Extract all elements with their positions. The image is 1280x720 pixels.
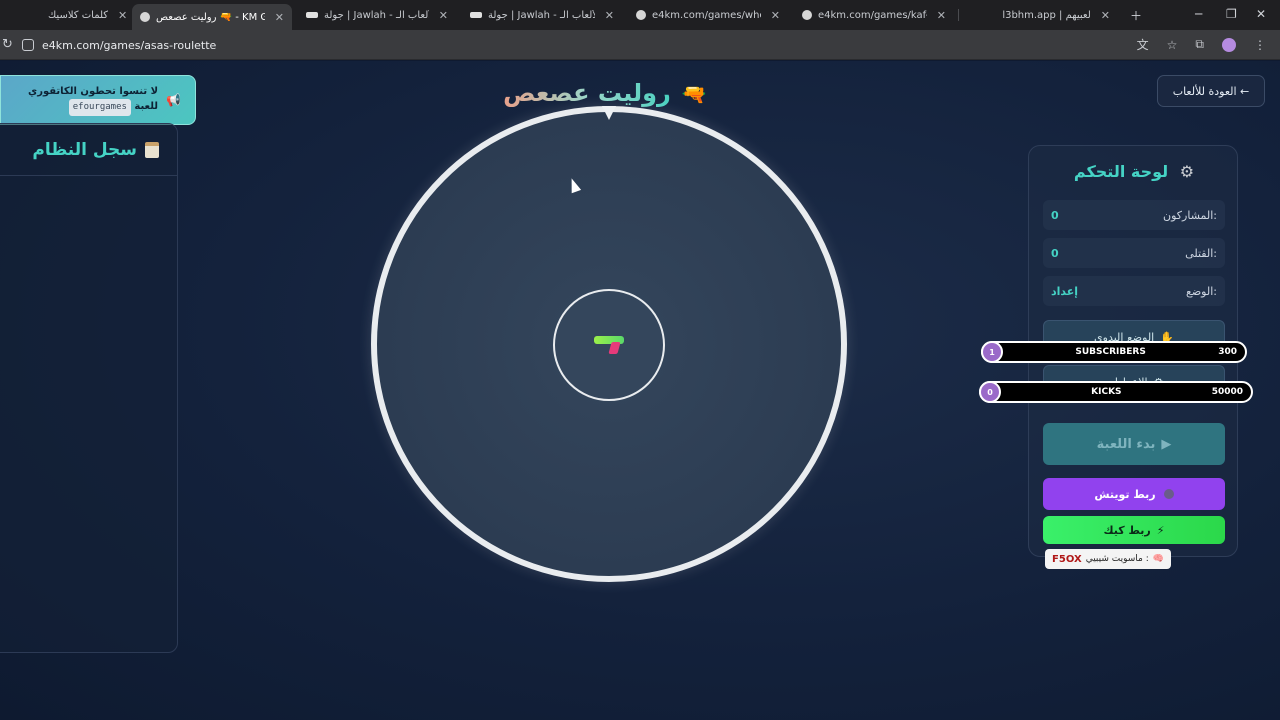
tab-favicon-icon xyxy=(470,12,482,18)
browser-tab-active[interactable]: روليت عصعص 🔫 - KM Games ✕ xyxy=(132,4,292,30)
button-label: ربط كيك xyxy=(1103,523,1151,537)
credit-text: ماسويت شيبيي : xyxy=(1085,554,1149,564)
water-gun-icon: 🔫 xyxy=(681,82,707,106)
stat-participants: المشاركون: 0 xyxy=(1043,200,1225,230)
new-tab-icon[interactable]: ＋ xyxy=(1130,7,1142,24)
system-log-panel: سجل النظام xyxy=(0,123,178,653)
back-to-games-button[interactable]: العودة للألعاب ← xyxy=(1157,75,1265,107)
stat-value: 0 xyxy=(1051,208,1059,222)
browser-tab[interactable]: l3bhm.app | لعبيهم ✕ xyxy=(962,4,1118,26)
notice-text: لا تنسوا تحطون الكاتقوري efourgames للعب… xyxy=(28,84,158,116)
stat-kills: القتلى: 0 xyxy=(1043,238,1225,268)
browser-tab[interactable]: e4km.com/games/wheel-of-fa ✕ xyxy=(628,4,788,26)
extensions-icon[interactable]: ⧉ xyxy=(1195,37,1204,52)
goal-label: SUBSCRIBERS xyxy=(1075,347,1146,357)
clipboard-icon xyxy=(145,141,159,158)
url-text: e4km.com/games/asas-roulette xyxy=(42,38,217,52)
start-game-button[interactable]: بدء اللعبة ▶ xyxy=(1043,423,1225,465)
stat-label: القتلى: xyxy=(1185,246,1217,260)
browser-address-bar: e4km.com/games/asas-roulette xyxy=(0,30,1280,60)
status-dot-icon xyxy=(1163,489,1174,499)
log-header: سجل النظام xyxy=(0,124,177,176)
tab-separator xyxy=(958,9,959,21)
site-info-icon[interactable] xyxy=(22,39,34,51)
notice-line: لا تنسوا تحطون الكاتقوري xyxy=(28,86,159,97)
browser-tab[interactable]: جولة | Jawlah - منصة الألعاب الـ ✕ xyxy=(298,4,456,26)
goal-target: 300 xyxy=(1218,347,1237,357)
window-close-icon[interactable]: ✕ xyxy=(1256,7,1266,21)
tab-favicon-icon xyxy=(140,12,150,22)
connect-twitch-button[interactable]: ربط تويتش xyxy=(1043,478,1225,510)
reload-icon[interactable]: ↻ xyxy=(2,37,13,52)
tab-favicon-icon xyxy=(636,10,646,20)
creator-credit-badge: F5OX ماسويت شيبيي : 🧠 xyxy=(1045,549,1171,569)
stat-value: إعداد xyxy=(1051,284,1079,298)
close-icon[interactable]: ✕ xyxy=(118,9,127,22)
goal-target: 50000 xyxy=(1211,387,1243,397)
close-icon[interactable]: ✕ xyxy=(1101,9,1110,22)
megaphone-icon: 📢 xyxy=(166,93,181,107)
control-panel-header: لوحة التحكم ⚙ xyxy=(1029,162,1239,181)
browser-tab-bar: كلمات كلاسيك ✕ روليت عصعص 🔫 - KM Games ✕… xyxy=(0,0,1280,30)
stat-value: 0 xyxy=(1051,246,1059,260)
notice-line: للعبة xyxy=(134,101,159,112)
connect-kick-button[interactable]: ربط كيك ⚡ xyxy=(1043,516,1225,544)
browser-tab[interactable]: جولة | Jawlah - منصة الألعاب الـ ✕ xyxy=(462,4,622,26)
profile-avatar[interactable] xyxy=(1222,37,1236,52)
button-label: بدء اللعبة xyxy=(1096,436,1156,452)
tab-title: l3bhm.app | لعبيهم xyxy=(1002,9,1091,21)
browser-tab[interactable]: e4km.com/games/kaf-bekaf ✕ xyxy=(794,4,954,26)
stat-label: المشاركون: xyxy=(1163,208,1217,222)
close-icon[interactable]: ✕ xyxy=(439,9,448,22)
tab-title: e4km.com/games/wheel-of-fa xyxy=(652,9,761,21)
close-icon[interactable]: ✕ xyxy=(937,9,946,22)
play-icon: ▶ xyxy=(1161,436,1172,452)
restore-icon[interactable]: ❐ xyxy=(1226,7,1237,21)
log-title: سجل النظام xyxy=(32,139,137,160)
translate-icon[interactable]: 文 xyxy=(1137,36,1149,53)
brain-icon: 🧠 xyxy=(1152,554,1164,564)
stat-label: الوضع: xyxy=(1185,284,1217,298)
goal-count: 1 xyxy=(981,341,1003,363)
kicks-goal-overlay: 0 KICKS 50000 xyxy=(979,381,1253,403)
water-gun-icon xyxy=(594,334,624,356)
tab-title: جولة | Jawlah - منصة الألعاب الـ xyxy=(488,9,595,21)
close-icon[interactable]: ✕ xyxy=(275,11,284,24)
notice-code: efourgames xyxy=(68,99,131,116)
browser-tab[interactable]: كلمات كلاسيك ✕ xyxy=(40,4,132,26)
tab-favicon-icon xyxy=(802,10,812,20)
browser-toolbar-icons: 文 ☆ ⧉ ⋮ xyxy=(1137,36,1266,53)
goal-label: KICKS xyxy=(1091,387,1122,397)
tab-title: جولة | Jawlah - منصة الألعاب الـ xyxy=(324,9,429,21)
minimize-icon[interactable]: ─ xyxy=(1195,7,1202,21)
category-notice: لا تنسوا تحطون الكاتقوري efourgames للعب… xyxy=(0,75,196,125)
wheel-center-hub xyxy=(553,289,665,401)
tab-title: e4km.com/games/kaf-bekaf xyxy=(818,9,927,21)
stat-mode: الوضع: إعداد xyxy=(1043,276,1225,306)
tab-title: روليت عصعص 🔫 - KM Games xyxy=(156,11,265,23)
tab-title: كلمات كلاسيك xyxy=(48,9,109,21)
page-title: روليت عصعص xyxy=(503,79,671,107)
close-icon[interactable]: ✕ xyxy=(771,9,780,22)
browser-menu-icon[interactable]: ⋮ xyxy=(1254,38,1266,52)
credit-brand: F5OX xyxy=(1052,553,1082,565)
button-label: ربط تويتش xyxy=(1094,487,1156,501)
control-panel-title: لوحة التحكم xyxy=(1073,162,1169,181)
wheel-pointer-icon xyxy=(602,106,616,120)
bolt-icon: ⚡ xyxy=(1156,523,1165,537)
goal-count: 0 xyxy=(979,381,1001,403)
tab-favicon-icon xyxy=(306,12,318,18)
gear-icon: ⚙ xyxy=(1179,162,1195,181)
bookmark-star-icon[interactable]: ☆ xyxy=(1167,38,1178,52)
url-field[interactable]: e4km.com/games/asas-roulette xyxy=(22,34,1162,56)
subscribers-goal-overlay: 1 SUBSCRIBERS 300 xyxy=(981,341,1247,363)
close-icon[interactable]: ✕ xyxy=(605,9,614,22)
